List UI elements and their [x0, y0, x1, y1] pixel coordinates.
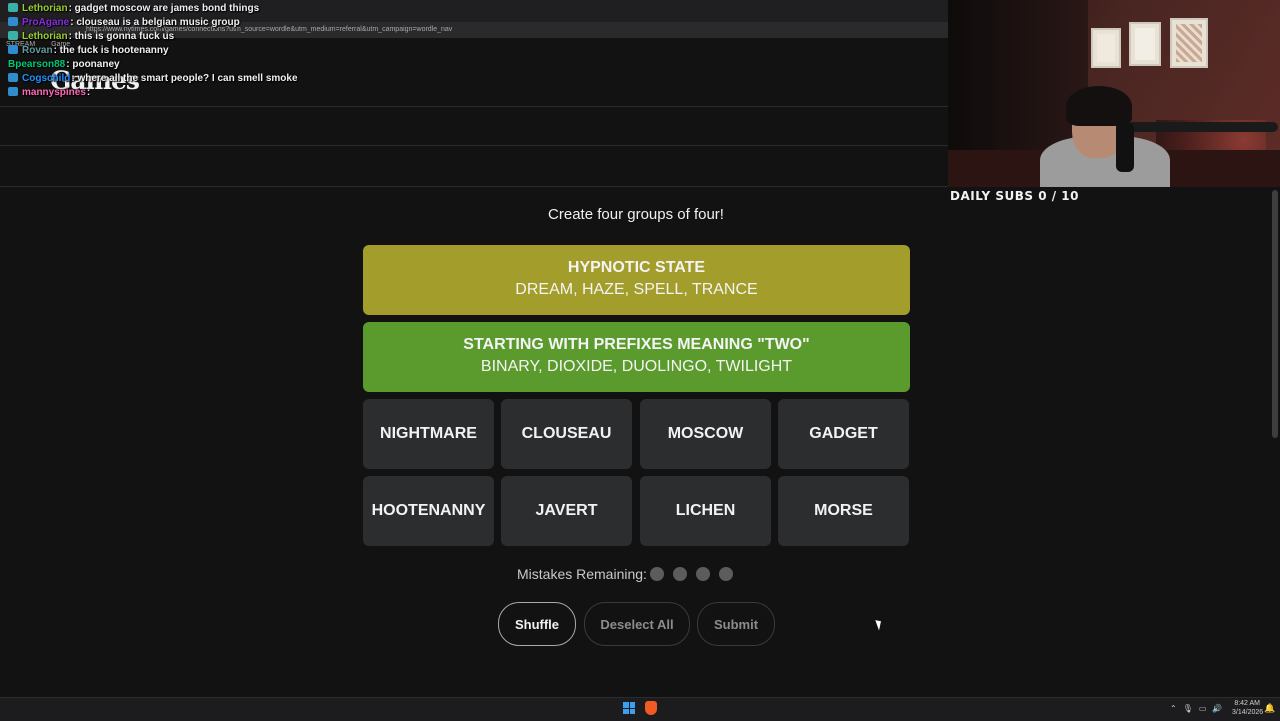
clock-date: 3/14/2026 — [1232, 709, 1264, 716]
wall-frame-image — [1129, 22, 1161, 66]
chat-message: Cogschild: where all the smart people? I… — [8, 73, 298, 87]
wall-frame-image — [1091, 28, 1121, 68]
mistake-dot — [650, 567, 664, 581]
mistake-dot — [719, 567, 733, 581]
prime-badge-icon — [8, 45, 18, 54]
chat-message: Lethorian: this is gonna fuck us — [8, 31, 174, 45]
chat-username: Lethorian — [22, 3, 68, 14]
windows-taskbar — [0, 697, 1280, 721]
prime-badge-icon — [8, 87, 18, 96]
prime-badge-icon — [8, 73, 18, 82]
mistake-dot — [696, 567, 710, 581]
microphone-tray-icon[interactable]: 🎙 — [1183, 704, 1193, 713]
chat-username: ProAgane — [22, 17, 70, 28]
word-tile[interactable]: JAVERT — [501, 476, 632, 546]
word-tile[interactable]: GADGET — [778, 399, 909, 469]
chat-message: ProAgane: clouseau is a belgian music gr… — [8, 17, 240, 31]
word-tile[interactable]: LICHEN — [640, 476, 771, 546]
notification-bell-icon[interactable]: 🔔 — [1264, 703, 1275, 714]
chat-username: mannyspines — [22, 87, 86, 98]
word-tile[interactable]: CLOUSEAU — [501, 399, 632, 469]
chat-message: Rovan: the fuck is hootenanny — [8, 45, 169, 59]
subscriber-badge-icon — [8, 31, 18, 40]
clock-time: 8:42 AM — [1234, 700, 1260, 707]
mistakes-remaining-label: Mistakes Remaining: — [517, 566, 647, 582]
chat-message: Bpearson88: poonaney — [8, 59, 120, 70]
header-divider — [0, 106, 948, 107]
solved-group-green: STARTING WITH PREFIXES MEANING "TWO" BIN… — [363, 322, 910, 392]
chat-username: Cogschild — [22, 73, 71, 84]
mic-arm — [1128, 122, 1278, 132]
subscriber-badge-icon — [8, 3, 18, 12]
deselect-all-button[interactable]: Deselect All — [584, 602, 690, 646]
shuffle-button[interactable]: Shuffle — [498, 602, 576, 646]
volume-icon[interactable]: 🔊 — [1212, 704, 1222, 713]
solved-members: DREAM, HAZE, SPELL, TRANCE — [515, 281, 758, 298]
chat-text: clouseau is a belgian music group — [76, 17, 240, 28]
wall-frame-image — [1170, 18, 1208, 68]
mistake-dot — [673, 567, 687, 581]
word-tile[interactable]: HOOTENANNY — [363, 476, 494, 546]
word-tile[interactable]: NIGHTMARE — [363, 399, 494, 469]
chat-message: mannyspines: — [8, 87, 90, 101]
chat-username: Bpearson88 — [8, 59, 66, 70]
daily-subs-counter: DAILY SUBS 0 / 10 — [950, 189, 1079, 203]
chat-text: where all the smart people? I can smell … — [77, 73, 298, 84]
taskbar-clock[interactable]: 8:42 AM 3/14/2026 — [1232, 699, 1264, 717]
mouse-cursor-icon — [875, 618, 884, 631]
page-scrollbar[interactable] — [1272, 190, 1278, 438]
chat-text: poonaney — [72, 59, 120, 70]
prime-badge-icon — [8, 17, 18, 26]
header-divider — [0, 145, 948, 146]
chat-text: this is gonna fuck us — [74, 31, 175, 42]
windows-start-icon[interactable] — [623, 702, 635, 714]
solved-category: STARTING WITH PREFIXES MEANING "TWO" — [463, 336, 810, 353]
game-instructions: Create four groups of four! — [548, 206, 724, 223]
network-icon[interactable]: ▭ — [1199, 704, 1207, 713]
word-tile[interactable]: MOSCOW — [640, 399, 771, 469]
word-tile[interactable]: MORSE — [778, 476, 909, 546]
submit-button[interactable]: Submit — [697, 602, 775, 646]
chat-username: Rovan — [22, 45, 53, 56]
chat-username: Lethorian — [22, 31, 68, 42]
streamer-hair — [1066, 86, 1132, 126]
system-tray: ⌃ 🎙 ▭ 🔊 — [1170, 702, 1222, 714]
chat-message: Lethorian: gadget moscow are james bond … — [8, 3, 259, 17]
microphone-icon — [1116, 122, 1134, 172]
solved-members: BINARY, DIOXIDE, DUOLINGO, TWILIGHT — [480, 358, 793, 375]
chat-text: the fuck is hootenanny — [59, 45, 169, 56]
chat-text: gadget moscow are james bond things — [74, 3, 260, 14]
chevron-up-icon[interactable]: ⌃ — [1170, 704, 1177, 713]
webcam-feed — [948, 0, 1280, 187]
solved-category: HYPNOTIC STATE — [567, 259, 706, 276]
header-divider — [0, 186, 948, 187]
brave-browser-icon[interactable] — [645, 701, 657, 715]
solved-group-yellow: HYPNOTIC STATE DREAM, HAZE, SPELL, TRANC… — [363, 245, 910, 315]
